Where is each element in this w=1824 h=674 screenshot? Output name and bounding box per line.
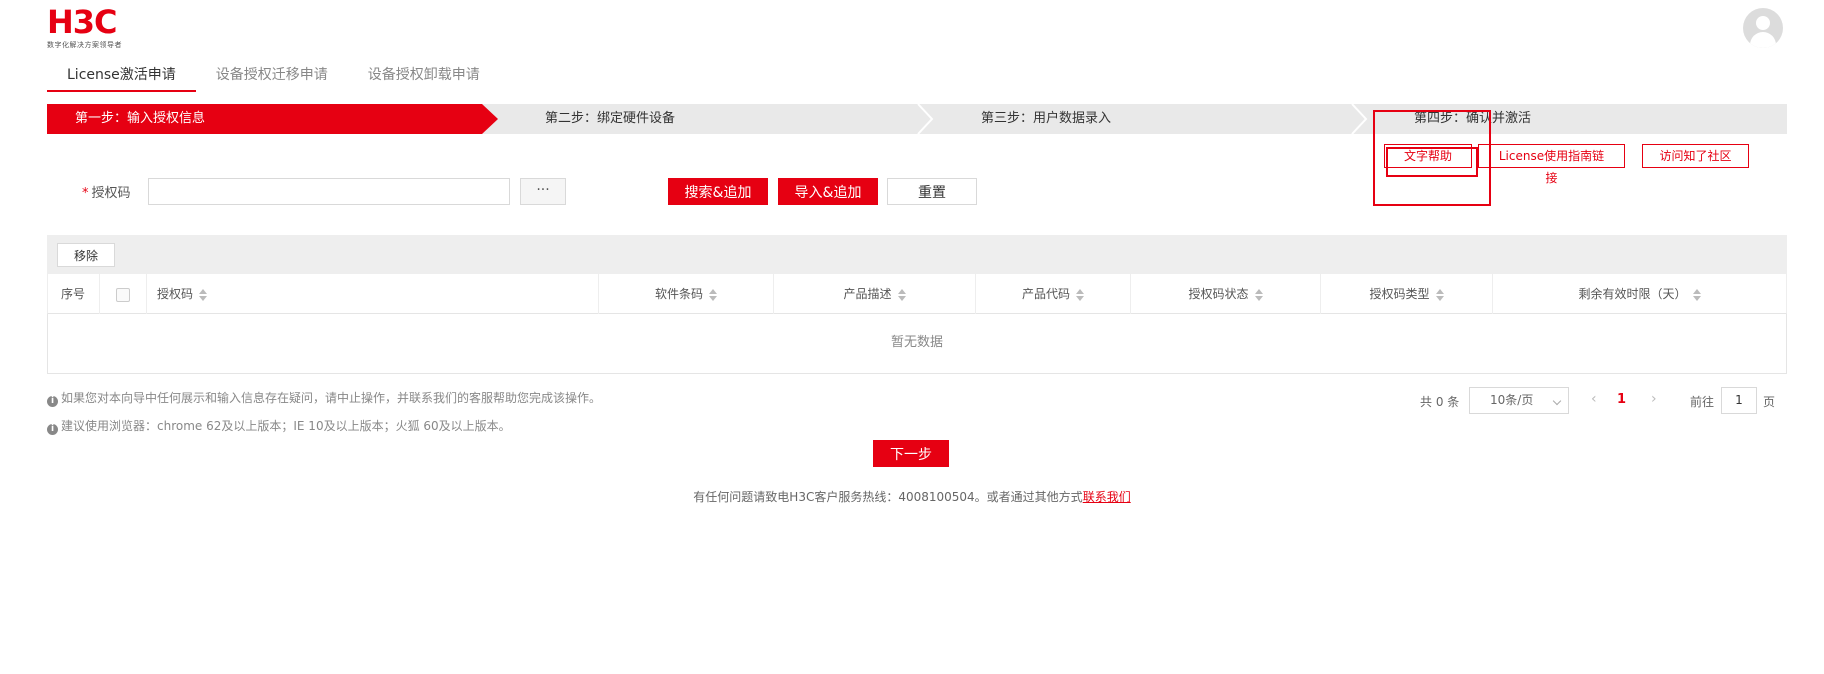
required-mark: * (82, 186, 89, 201)
table-empty-row: 暂无数据 (47, 314, 1787, 374)
chevron-down-icon (1552, 396, 1562, 406)
column-header-index: 序号 (48, 274, 100, 314)
highlight-annotation-inner (1386, 147, 1478, 177)
info-icon: i (47, 424, 58, 435)
step-1-arrow (482, 104, 498, 134)
footer-text: 有任何问题请致电H3C客户服务热线：4008100504。或者通过其他方式 (693, 490, 1083, 504)
column-header-license-code[interactable]: 授权码 (147, 274, 599, 314)
sort-icon[interactable] (1254, 288, 1263, 301)
import-add-button[interactable]: 导入&追加 (778, 178, 878, 205)
sort-icon[interactable] (897, 288, 906, 301)
tip-line-2: i 建议使用浏览器：chrome 62及以上版本；IE 10及以上版本；火狐 60… (47, 417, 511, 435)
page-size-select[interactable]: 10条/页 (1469, 387, 1569, 414)
step-3: 第三步：用户数据录入 (981, 111, 1112, 126)
column-header-select (100, 274, 147, 314)
prev-page-icon[interactable]: ‹ (1591, 391, 1597, 407)
column-header-remaining-days[interactable]: 剩余有效时限（天） (1493, 274, 1786, 314)
sort-icon[interactable] (709, 288, 717, 301)
column-header-product-code[interactable]: 产品代码 (976, 274, 1131, 314)
pagination-total: 共 0 条 (1420, 395, 1460, 409)
more-options-button[interactable]: ··· (520, 178, 566, 205)
logo-mark: H3C (47, 3, 118, 41)
step-separator-icon (1350, 104, 1368, 134)
logo-tagline: 数字化解决方案领导者 (47, 41, 122, 49)
column-header-license-type[interactable]: 授权码类型 (1321, 274, 1493, 314)
tab-license-activation[interactable]: License激活申请 (47, 60, 196, 92)
page-number[interactable]: 1 (1617, 392, 1626, 407)
column-header-product-description[interactable]: 产品描述 (774, 274, 976, 314)
license-code-label-text: 授权码 (91, 186, 131, 201)
next-step-button[interactable]: 下一步 (873, 440, 949, 467)
sort-icon[interactable] (1435, 288, 1444, 301)
sort-icon[interactable] (1076, 288, 1084, 301)
license-guide-link-button[interactable]: License使用指南链接 (1478, 144, 1625, 185)
community-link-button[interactable]: 访问知了社区 (1642, 144, 1749, 168)
user-avatar-icon[interactable] (1743, 8, 1783, 48)
step-separator-icon (916, 104, 934, 134)
remove-button[interactable]: 移除 (57, 243, 115, 267)
page-unit-label: 页 (1763, 395, 1776, 409)
tab-device-migration[interactable]: 设备授权迁移申请 (196, 60, 348, 92)
step-progress-bar: 第一步：输入授权信息 第二步：绑定硬件设备 第三步：用户数据录入 第四步：确认并… (47, 104, 1787, 134)
table-toolbar: 移除 (47, 235, 1787, 274)
column-header-software-barcode[interactable]: 软件条码 (599, 274, 774, 314)
info-icon: i (47, 396, 58, 407)
license-code-label: * 授权码 (82, 182, 131, 201)
step-1: 第一步：输入授权信息 (47, 104, 482, 134)
tab-device-uninstall[interactable]: 设备授权卸载申请 (348, 60, 500, 92)
license-code-input[interactable] (148, 178, 510, 205)
search-add-button[interactable]: 搜索&追加 (668, 178, 768, 205)
sort-icon[interactable] (1692, 288, 1701, 301)
contact-us-link[interactable]: 联系我们 (1083, 490, 1131, 504)
h3c-logo: H3C 数字化解决方案领导者 (47, 6, 122, 50)
tip-line-1: i 如果您对本向导中任何展示和输入信息存在疑问，请中止操作，并联系我们的客服帮助您… (47, 389, 601, 407)
select-all-checkbox[interactable] (116, 287, 130, 302)
table-header: 序号 授权码 软件条码 产品描述 产品代码 授权码状态 授权码类型 剩余有效时限… (47, 274, 1787, 314)
goto-page-input[interactable]: 1 (1721, 387, 1757, 414)
column-header-license-status[interactable]: 授权码状态 (1131, 274, 1321, 314)
step-2: 第二步：绑定硬件设备 (545, 111, 676, 126)
reset-button[interactable]: 重置 (887, 178, 977, 205)
sort-icon[interactable] (199, 288, 208, 301)
goto-label: 前往 (1690, 395, 1715, 409)
tab-bar: License激活申请 设备授权迁移申请 设备授权卸载申请 (47, 60, 500, 92)
next-page-icon[interactable]: › (1651, 391, 1657, 407)
footer: 有任何问题请致电H3C客户服务热线：4008100504。或者通过其他方式联系我… (0, 488, 1824, 505)
